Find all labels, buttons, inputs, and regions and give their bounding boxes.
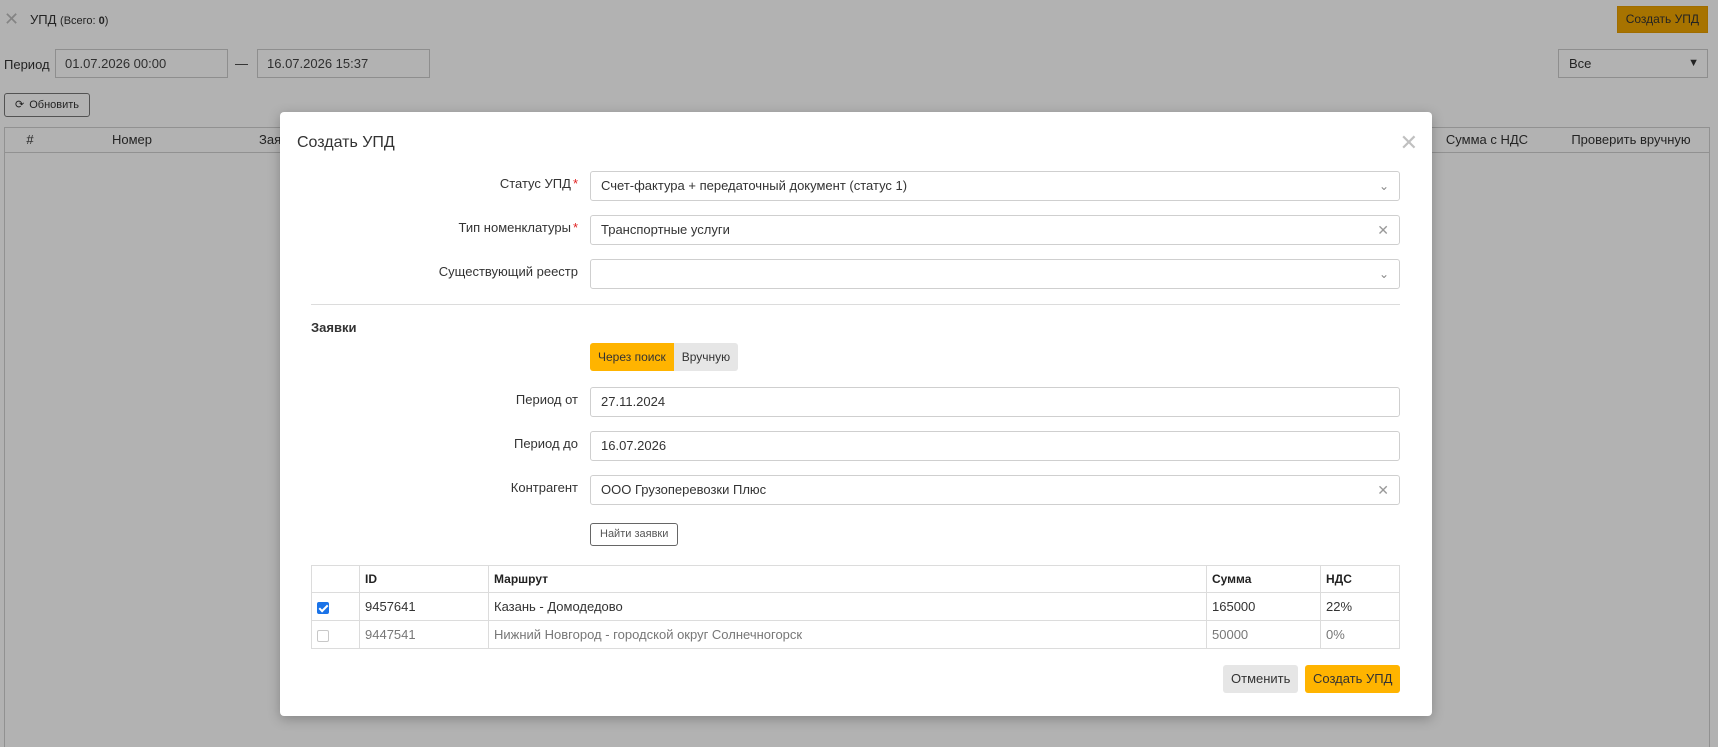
table-row[interactable]: 9457641 Казань - Домодедово 165000 22% (311, 592, 1400, 621)
close-icon[interactable]: ✕ (1400, 132, 1418, 154)
table-row[interactable]: 9447541 Нижний Новгород - городской окру… (311, 620, 1400, 649)
period-from-field[interactable]: 27.11.2024 (590, 387, 1400, 417)
period-to-field[interactable]: 16.07.2026 (590, 431, 1400, 461)
cell-sum: 50000 (1206, 620, 1321, 649)
counterparty-label: Контрагент (510, 480, 578, 495)
row-checkbox-cell (311, 592, 360, 621)
find-requests-button[interactable]: Найти заявки (590, 523, 679, 546)
registry-label: Существующий реестр (438, 264, 578, 279)
clear-icon[interactable]: ✕ (1377, 476, 1389, 504)
cell-vat: 22% (1320, 592, 1400, 621)
cell-route: Казань - Домодедово (488, 592, 1207, 621)
create-upd-modal: Создать УПД ✕ Статус УПД * Счет-фактура +… (280, 112, 1432, 716)
status-label-text: Статус УПД (499, 176, 571, 191)
requests-table: ID Маршрут Сумма НДС 9457641 Казань - До… (311, 565, 1400, 649)
period-to-label: Период до (513, 436, 578, 451)
clear-icon[interactable]: ✕ (1377, 216, 1389, 244)
cell-sum: 165000 (1206, 592, 1321, 621)
registry-select[interactable]: ⌄ (590, 259, 1400, 289)
row-checkbox[interactable] (317, 601, 329, 614)
cancel-button[interactable]: Отменить (1223, 665, 1299, 693)
column-header-route: Маршрут (488, 565, 1207, 593)
period-from-label: Период от (515, 392, 578, 407)
submit-create-upd-button[interactable]: Создать УПД (1305, 665, 1401, 693)
toggle-search[interactable]: Через поиск (590, 343, 674, 371)
nomenclature-label-text: Тип номенклатуры (458, 220, 571, 235)
cell-vat: 0% (1320, 620, 1400, 649)
search-mode-toggle: Через поиск Вручную (590, 343, 739, 371)
nomenclature-select[interactable]: Транспортные услуги ✕ (590, 215, 1400, 245)
counterparty-select-value: ООО Грузоперевозки Плюс (601, 482, 767, 497)
row-checkbox-cell (311, 620, 360, 649)
counterparty-select[interactable]: ООО Грузоперевозки Плюс ✕ (590, 475, 1400, 505)
cell-route: Нижний Новгород - городской округ Солнеч… (488, 620, 1207, 649)
status-label: Статус УПД * (294, 176, 578, 191)
section-title-requests: Заявки (311, 320, 357, 335)
column-header-id: ID (359, 565, 489, 593)
required-marker: * (572, 176, 578, 191)
nomenclature-select-value: Транспортные услуги (601, 222, 730, 237)
cell-id: 9457641 (359, 592, 489, 621)
column-header-sum: Сумма (1206, 565, 1321, 593)
column-header-select (311, 565, 360, 593)
nomenclature-label: Тип номенклатуры * (294, 220, 579, 235)
toggle-manual[interactable]: Вручную (673, 343, 739, 371)
modal-title: Создать УПД (297, 134, 395, 151)
required-marker: * (572, 220, 578, 235)
chevron-down-icon: ⌄ (1378, 267, 1389, 281)
row-checkbox[interactable] (317, 629, 329, 642)
divider (311, 304, 1400, 305)
column-header-vat: НДС (1320, 565, 1400, 593)
chevron-down-icon: ⌄ (1378, 179, 1389, 193)
status-select[interactable]: Счет-фактура + передаточный документ (ст… (590, 171, 1400, 201)
table-header-row: ID Маршрут Сумма НДС (311, 565, 1400, 593)
status-select-value: Счет-фактура + передаточный документ (ст… (601, 178, 908, 193)
cell-id: 9447541 (359, 620, 489, 649)
